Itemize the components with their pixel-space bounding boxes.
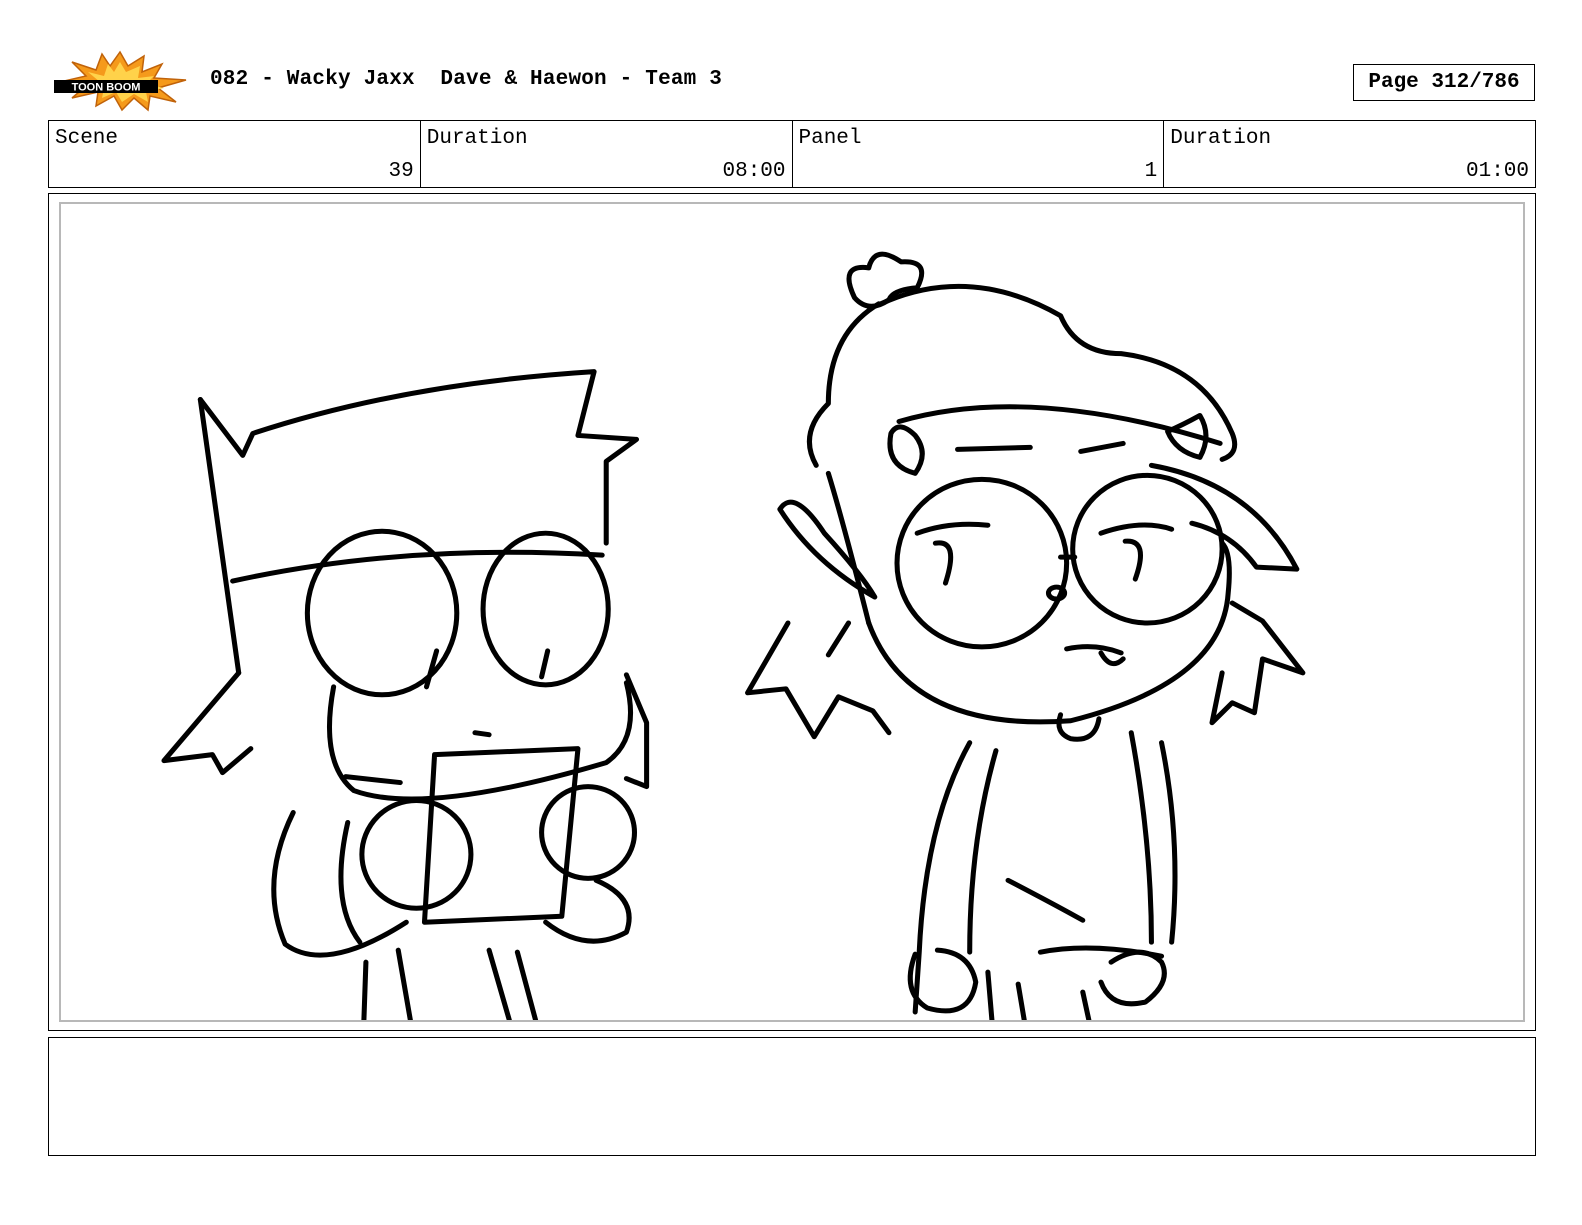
panel-notes-box (48, 1037, 1536, 1156)
scene-cell: Scene 39 (49, 121, 421, 187)
scene-duration-value: 08:00 (722, 160, 786, 183)
page-indicator: Page 312/786 (1353, 64, 1535, 101)
panel-cell: Panel 1 (793, 121, 1165, 187)
panel-info-table: Scene 39 Duration 08:00 Panel 1 Duration… (48, 120, 1536, 188)
toonboom-logo: TOON BOOM (52, 50, 188, 112)
scene-duration-cell: Duration 08:00 (421, 121, 793, 187)
panel-label: Panel (798, 127, 862, 150)
svg-text:TOON BOOM: TOON BOOM (72, 82, 141, 94)
scene-duration-label: Duration (426, 127, 528, 150)
panel-value: 1 (1144, 160, 1158, 183)
scene-value: 39 (388, 160, 414, 183)
drawing-area (59, 202, 1525, 1022)
storyboard-title: 082 - Wacky Jaxx Dave & Haewon - Team 3 (210, 68, 723, 91)
left-character-sketch (161, 369, 650, 1020)
page-number: Page 312/786 (1368, 71, 1520, 94)
scene-label: Scene (55, 127, 119, 150)
character-sketch (161, 251, 1306, 1020)
panel-duration-cell: Duration 01:00 (1164, 121, 1535, 187)
panel-duration-label: Duration (1170, 127, 1272, 150)
storyboard-panel-frame (48, 193, 1536, 1031)
right-character-sketch (745, 251, 1306, 1020)
panel-duration-value: 01:00 (1465, 160, 1529, 183)
